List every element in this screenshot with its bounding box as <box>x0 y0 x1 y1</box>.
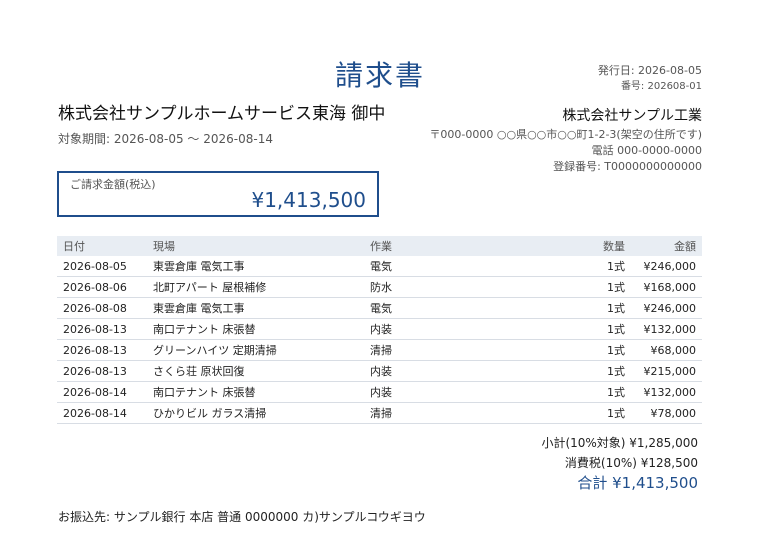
row-quantity: 1式 <box>511 318 631 340</box>
issuer-block: 株式会社サンプル工業 〒000-0000 ○○県○○市○○町1-2-3(架空の住… <box>429 105 702 175</box>
issuer-address: 〒000-0000 ○○県○○市○○町1-2-3(架空の住所です) <box>429 128 702 141</box>
table-row: 2026-08-14 南口テナント 床張替 内装 1式 ¥132,000 <box>57 381 702 403</box>
header-quantity: 数量 <box>511 236 631 256</box>
row-work: 電気 <box>364 256 511 277</box>
row-amount: ¥132,000 <box>631 381 702 403</box>
row-quantity: 1式 <box>511 256 631 277</box>
header-date: 日付 <box>57 236 147 256</box>
header-amount: 金額 <box>631 236 702 256</box>
table-row: 2026-08-13 さくら荘 原状回復 内装 1式 ¥215,000 <box>57 360 702 382</box>
table-row: 2026-08-13 南口テナント 床張替 内装 1式 ¥132,000 <box>57 318 702 340</box>
row-date: 2026-08-08 <box>57 297 147 319</box>
issue-date: 発行日: 2026-08-05 <box>597 64 702 77</box>
subtotal: 小計(10%対象) ¥1,285,000 <box>541 436 698 450</box>
row-date: 2026-08-13 <box>57 318 147 340</box>
table-header-row: 日付 現場 作業 数量 金額 <box>57 236 702 256</box>
table-row: 2026-08-14 ひかりビル ガラス清掃 清掃 1式 ¥78,000 <box>57 402 702 424</box>
row-date: 2026-08-13 <box>57 360 147 382</box>
row-date: 2026-08-06 <box>57 276 147 298</box>
row-site: グリーンハイツ 定期清掃 <box>147 339 364 361</box>
header-site: 現場 <box>147 236 364 256</box>
row-work: 防水 <box>364 276 511 298</box>
billing-amount-label: ご請求金額(税込) <box>70 178 156 191</box>
row-date: 2026-08-05 <box>57 256 147 277</box>
row-date: 2026-08-13 <box>57 339 147 361</box>
row-amount: ¥168,000 <box>631 276 702 298</box>
client-name: 株式会社サンプルホームサービス東海 御中 <box>58 104 386 124</box>
billing-amount-box: ご請求金額(税込) ¥1,413,500 <box>57 171 379 217</box>
row-date: 2026-08-14 <box>57 402 147 424</box>
row-work: 清掃 <box>364 339 511 361</box>
row-work: 内装 <box>364 318 511 340</box>
row-site: 南口テナント 床張替 <box>147 381 364 403</box>
issuer-registration-number: 登録番号: T0000000000000 <box>553 160 702 173</box>
row-site: 東雲倉庫 電気工事 <box>147 256 364 277</box>
row-amount: ¥246,000 <box>631 256 702 277</box>
billing-period: 対象期間: 2026-08-05 〜 2026-08-14 <box>58 132 273 146</box>
invoice-number: 番号: 202608-01 <box>620 81 702 92</box>
row-quantity: 1式 <box>511 360 631 382</box>
line-items-table: 日付 現場 作業 数量 金額 2026-08-05 東雲倉庫 電気工事 電気 1… <box>57 236 702 424</box>
row-site: ひかりビル ガラス清掃 <box>147 402 364 424</box>
row-amount: ¥132,000 <box>631 318 702 340</box>
bank-transfer-info: お振込先: サンプル銀行 本店 普通 0000000 カ)サンプルコウギヨウ <box>58 510 426 524</box>
row-amount: ¥78,000 <box>631 402 702 424</box>
row-work: 内装 <box>364 360 511 382</box>
row-quantity: 1式 <box>511 276 631 298</box>
table-row: 2026-08-13 グリーンハイツ 定期清掃 清掃 1式 ¥68,000 <box>57 339 702 361</box>
row-quantity: 1式 <box>511 339 631 361</box>
row-amount: ¥68,000 <box>631 339 702 361</box>
row-site: 北町アパート 屋根補修 <box>147 276 364 298</box>
issuer-phone: 電話 000-0000-0000 <box>591 144 702 157</box>
row-quantity: 1式 <box>511 381 631 403</box>
row-amount: ¥246,000 <box>631 297 702 319</box>
row-work: 清掃 <box>364 402 511 424</box>
row-quantity: 1式 <box>511 297 631 319</box>
row-quantity: 1式 <box>511 402 631 424</box>
row-work: 内装 <box>364 381 511 403</box>
header-work: 作業 <box>364 236 511 256</box>
table-row: 2026-08-05 東雲倉庫 電気工事 電気 1式 ¥246,000 <box>57 256 702 277</box>
row-site: 南口テナント 床張替 <box>147 318 364 340</box>
table-row: 2026-08-08 東雲倉庫 電気工事 電気 1式 ¥246,000 <box>57 297 702 319</box>
issuer-name: 株式会社サンプル工業 <box>562 108 702 124</box>
row-work: 電気 <box>364 297 511 319</box>
table-row: 2026-08-06 北町アパート 屋根補修 防水 1式 ¥168,000 <box>57 276 702 298</box>
row-date: 2026-08-14 <box>57 381 147 403</box>
consumption-tax: 消費税(10%) ¥128,500 <box>564 456 698 470</box>
row-site: さくら荘 原状回復 <box>147 360 364 382</box>
grand-total: 合計 ¥1,413,500 <box>577 474 698 492</box>
billing-amount-value: ¥1,413,500 <box>251 188 366 212</box>
row-amount: ¥215,000 <box>631 360 702 382</box>
row-site: 東雲倉庫 電気工事 <box>147 297 364 319</box>
